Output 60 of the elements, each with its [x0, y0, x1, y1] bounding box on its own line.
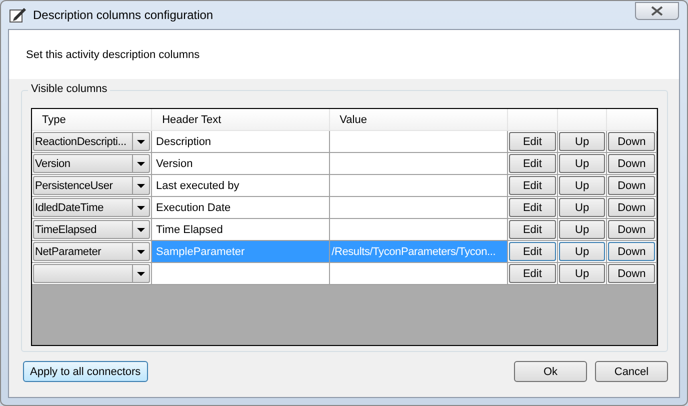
table-row[interactable]: Version Version Edit Up Down — [32, 153, 657, 175]
type-dropdown[interactable]: Version — [33, 154, 150, 173]
table-row[interactable]: IdledDateTime Execution Date Edit Up Down — [32, 197, 657, 219]
edit-button[interactable]: Edit — [509, 198, 556, 217]
column-header: Value — [330, 109, 508, 131]
dropdown-arrow-icon — [137, 228, 146, 232]
edit-button[interactable]: Edit — [509, 242, 556, 261]
type-dropdown[interactable]: IdledDateTime — [33, 198, 150, 217]
group-title: Visible columns — [28, 83, 110, 95]
edit-button[interactable]: Edit — [509, 220, 556, 239]
table-cell: /Results/TyconParameters/Tycon... — [330, 241, 508, 263]
dropdown-arrow-icon — [137, 206, 146, 210]
down-button[interactable]: Down — [608, 198, 655, 217]
pen-icon — [9, 6, 27, 24]
up-button[interactable]: Up — [558, 198, 606, 217]
up-button[interactable]: Up — [558, 220, 606, 239]
up-button[interactable]: Up — [558, 242, 606, 261]
edit-button[interactable]: Edit — [509, 132, 556, 151]
table-cell: Last executed by — [152, 175, 330, 197]
down-button[interactable]: Down — [608, 220, 655, 239]
type-dropdown[interactable]: PersistenceUser — [33, 176, 150, 195]
up-button[interactable]: Up — [558, 132, 606, 151]
table-row[interactable]: NetParameter SampleParameter /Results/TyconParameters/Tycon... Edit Up Down — [32, 241, 657, 263]
table-cell: Version — [152, 153, 330, 175]
down-button[interactable]: Down — [608, 264, 655, 283]
table-row[interactable]: Edit Up Down — [32, 263, 657, 285]
up-button[interactable]: Up — [558, 264, 606, 283]
up-button[interactable]: Up — [558, 176, 606, 195]
type-dropdown[interactable]: ReactionDescripti... — [33, 132, 150, 151]
instruction-text: Set this activity description columns — [26, 48, 200, 60]
table-cell: Time Elapsed — [152, 219, 330, 241]
table-cell: Description — [152, 131, 330, 153]
down-button[interactable]: Down — [608, 154, 655, 173]
up-button[interactable]: Up — [558, 154, 606, 173]
dropdown-arrow-icon — [137, 250, 146, 254]
column-header: Header Text — [152, 109, 330, 131]
table-row[interactable]: TimeElapsed Time Elapsed Edit Up Down — [32, 219, 657, 241]
window-title: Description columns configuration — [33, 8, 214, 22]
dropdown-arrow-icon — [137, 184, 146, 188]
close-icon — [651, 6, 663, 16]
edit-button[interactable]: Edit — [509, 264, 556, 283]
type-dropdown[interactable]: NetParameter — [33, 242, 150, 261]
table-row[interactable]: PersistenceUser Last executed by Edit Up Down — [32, 175, 657, 197]
close-button[interactable] — [635, 2, 679, 20]
ok-button[interactable]: Ok — [514, 361, 587, 382]
type-dropdown[interactable]: TimeElapsed — [33, 220, 150, 239]
table-cell: Execution Date — [152, 197, 330, 219]
dropdown-arrow-icon — [137, 272, 146, 276]
down-button[interactable]: Down — [608, 132, 655, 151]
cancel-button[interactable]: Cancel — [595, 361, 668, 382]
column-header: Type — [32, 109, 152, 131]
edit-button[interactable]: Edit — [509, 154, 556, 173]
dropdown-arrow-icon — [137, 162, 146, 166]
down-button[interactable]: Down — [608, 242, 655, 261]
down-button[interactable]: Down — [608, 176, 655, 195]
dropdown-arrow-icon — [137, 140, 146, 144]
table-row[interactable]: ReactionDescripti... Description Edit Up Down — [32, 131, 657, 153]
apply-button[interactable]: Apply to all connectors — [23, 361, 148, 382]
edit-button[interactable]: Edit — [509, 176, 556, 195]
table-cell: SampleParameter — [152, 241, 330, 263]
